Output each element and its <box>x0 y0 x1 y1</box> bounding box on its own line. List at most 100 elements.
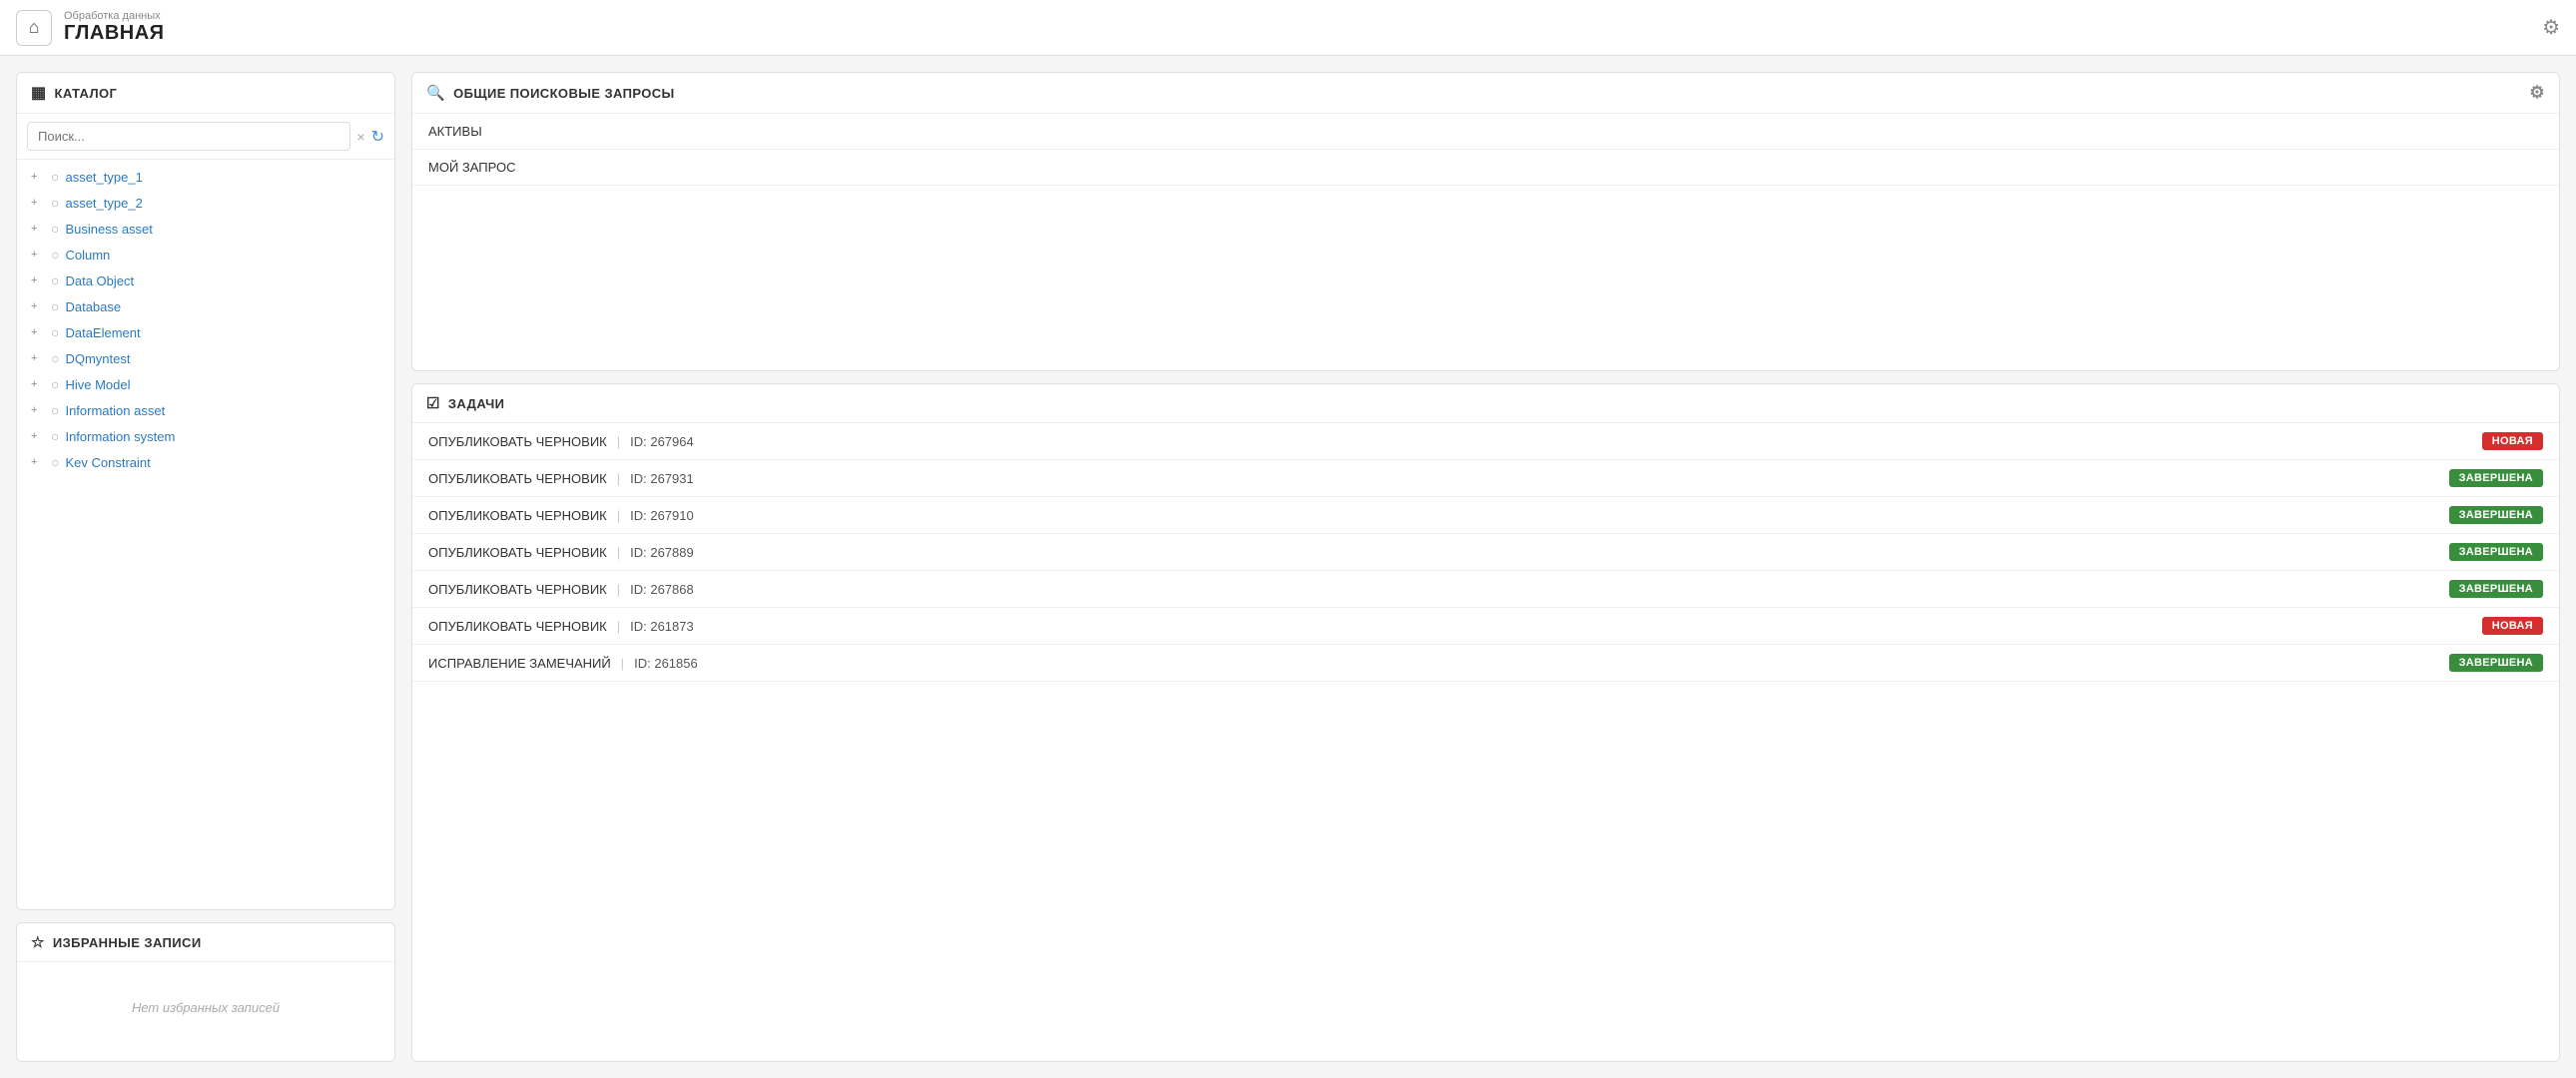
favorites-empty-text: Нет избранных записей <box>132 1000 280 1015</box>
catalog-item-label: asset_type_2 <box>65 196 142 211</box>
queries-gear-icon[interactable]: ⚙ <box>2529 83 2545 103</box>
folder-icon: ○ <box>51 221 59 237</box>
catalog-list-item[interactable]: + ○ Data Object <box>17 268 394 293</box>
header-subtitle: Обработка данных <box>64 10 165 22</box>
task-row[interactable]: ОПУБЛИКОВАТЬ ЧЕРНОВИК | ID: 267931 ЗАВЕР… <box>412 460 2559 497</box>
task-label: ОПУБЛИКОВАТЬ ЧЕРНОВИК | ID: 267910 <box>428 508 694 523</box>
catalog-card: ▦ КАТАЛОГ × ↻ + ○ asset_type_1 + ○ asset… <box>16 72 395 910</box>
catalog-list-item[interactable]: + ○ Database <box>17 293 394 319</box>
folder-icon: ○ <box>51 247 59 263</box>
query-list-item[interactable]: АКТИВЫ <box>412 114 2559 150</box>
favorites-icon: ☆ <box>31 933 45 951</box>
task-id: ID: 261856 <box>634 656 698 671</box>
tasks-card: ☑ ЗАДАЧИ ОПУБЛИКОВАТЬ ЧЕРНОВИК | ID: 267… <box>411 383 2560 1062</box>
task-status-badge: ЗАВЕРШЕНА <box>2449 543 2543 561</box>
queries-card: 🔍 ОБЩИЕ ПОИСКОВЫЕ ЗАПРОСЫ ⚙ АКТИВЫМОЙ ЗА… <box>411 72 2560 371</box>
header-title: ГЛАВНАЯ <box>64 22 165 45</box>
folder-icon: ○ <box>51 428 59 444</box>
catalog-list-item[interactable]: + ○ Kev Constraint <box>17 449 394 475</box>
catalog-list-item[interactable]: + ○ Business asset <box>17 216 394 242</box>
task-status-badge: НОВАЯ <box>2482 432 2543 450</box>
task-label: ОПУБЛИКОВАТЬ ЧЕРНОВИК | ID: 267889 <box>428 545 694 560</box>
task-status-badge: НОВАЯ <box>2482 617 2543 635</box>
catalog-list-item[interactable]: + ○ Hive Model <box>17 371 394 397</box>
folder-icon: ○ <box>51 169 59 185</box>
folder-icon: ○ <box>51 298 59 314</box>
task-status-badge: ЗАВЕРШЕНА <box>2449 580 2543 598</box>
catalog-list-item[interactable]: + ○ Information system <box>17 423 394 449</box>
folder-icon: ○ <box>51 376 59 392</box>
task-id: ID: 267910 <box>630 508 694 523</box>
catalog-list-item[interactable]: + ○ DataElement <box>17 319 394 345</box>
catalog-title: КАТАЛОГ <box>55 86 118 101</box>
catalog-item-label: DQmyntest <box>65 351 130 366</box>
catalog-item-label: Information system <box>65 429 175 444</box>
task-action: ОПУБЛИКОВАТЬ ЧЕРНОВИК <box>428 619 607 634</box>
favorites-header: ☆ ИЗБРАННЫЕ ЗАПИСИ <box>17 923 394 962</box>
catalog-item-label: Column <box>65 248 110 263</box>
task-label: ОПУБЛИКОВАТЬ ЧЕРНОВИК | ID: 267868 <box>428 582 694 597</box>
task-label: ОПУБЛИКОВАТЬ ЧЕРНОВИК | ID: 267964 <box>428 434 694 449</box>
queries-search-icon: 🔍 <box>426 84 445 102</box>
queries-header-left: 🔍 ОБЩИЕ ПОИСКОВЫЕ ЗАПРОСЫ <box>426 84 675 102</box>
folder-icon: ○ <box>51 272 59 288</box>
query-list-item[interactable]: МОЙ ЗАПРОС <box>412 150 2559 186</box>
task-row[interactable]: ОПУБЛИКОВАТЬ ЧЕРНОВИК | ID: 267868 ЗАВЕР… <box>412 571 2559 608</box>
catalog-header: ▦ КАТАЛОГ <box>17 73 394 114</box>
task-id: ID: 261873 <box>630 619 694 634</box>
task-action: ОПУБЛИКОВАТЬ ЧЕРНОВИК <box>428 545 607 560</box>
task-row[interactable]: ИСПРАВЛЕНИЕ ЗАМЕЧАНИЙ | ID: 261856 ЗАВЕР… <box>412 645 2559 682</box>
catalog-header-left: ▦ КАТАЛОГ <box>31 83 117 103</box>
task-row[interactable]: ОПУБЛИКОВАТЬ ЧЕРНОВИК | ID: 267889 ЗАВЕР… <box>412 534 2559 571</box>
expand-icon: + <box>31 378 45 390</box>
expand-icon: + <box>31 326 45 338</box>
folder-icon: ○ <box>51 195 59 211</box>
task-action: ОПУБЛИКОВАТЬ ЧЕРНОВИК <box>428 471 607 486</box>
task-action: ОПУБЛИКОВАТЬ ЧЕРНОВИК <box>428 508 607 523</box>
task-status-badge: ЗАВЕРШЕНА <box>2449 654 2543 672</box>
task-label: ОПУБЛИКОВАТЬ ЧЕРНОВИК | ID: 261873 <box>428 619 694 634</box>
left-panel: ▦ КАТАЛОГ × ↻ + ○ asset_type_1 + ○ asset… <box>16 72 395 1062</box>
task-action: ИСПРАВЛЕНИЕ ЗАМЕЧАНИЙ <box>428 656 611 671</box>
search-clear-icon[interactable]: × <box>356 129 364 145</box>
catalog-list-item[interactable]: + ○ DQmyntest <box>17 345 394 371</box>
search-bar: × ↻ <box>17 114 394 160</box>
catalog-icon: ▦ <box>31 83 47 103</box>
catalog-item-label: Information asset <box>65 403 165 418</box>
catalog-list-item[interactable]: + ○ Column <box>17 242 394 268</box>
expand-icon: + <box>31 171 45 183</box>
header-title-group: Обработка данных ГЛАВНАЯ <box>64 10 165 45</box>
task-id: ID: 267931 <box>630 471 694 486</box>
tasks-header: ☑ ЗАДАЧИ <box>412 384 2559 423</box>
task-label: ИСПРАВЛЕНИЕ ЗАМЕЧАНИЙ | ID: 261856 <box>428 656 698 671</box>
favorites-card: ☆ ИЗБРАННЫЕ ЗАПИСИ Нет избранных записей <box>16 922 395 1062</box>
task-row[interactable]: ОПУБЛИКОВАТЬ ЧЕРНОВИК | ID: 267964 НОВАЯ <box>412 423 2559 460</box>
task-id: ID: 267868 <box>630 582 694 597</box>
search-input[interactable] <box>27 122 350 151</box>
queries-title: ОБЩИЕ ПОИСКОВЫЕ ЗАПРОСЫ <box>453 86 675 101</box>
folder-icon: ○ <box>51 454 59 470</box>
search-refresh-icon[interactable]: ↻ <box>371 127 384 147</box>
main-content: ▦ КАТАЛОГ × ↻ + ○ asset_type_1 + ○ asset… <box>0 56 2576 1078</box>
app-header: ⌂ Обработка данных ГЛАВНАЯ ⚙ <box>0 0 2576 56</box>
expand-icon: + <box>31 223 45 235</box>
settings-icon[interactable]: ⚙ <box>2542 15 2560 40</box>
task-row[interactable]: ОПУБЛИКОВАТЬ ЧЕРНОВИК | ID: 267910 ЗАВЕР… <box>412 497 2559 534</box>
folder-icon: ○ <box>51 324 59 340</box>
catalog-list-item[interactable]: + ○ asset_type_2 <box>17 190 394 216</box>
expand-icon: + <box>31 404 45 416</box>
catalog-item-label: DataElement <box>65 325 140 340</box>
catalog-list-item[interactable]: + ○ asset_type_1 <box>17 164 394 190</box>
folder-icon: ○ <box>51 402 59 418</box>
home-icon[interactable]: ⌂ <box>16 10 52 46</box>
task-id: ID: 267889 <box>630 545 694 560</box>
right-panel: 🔍 ОБЩИЕ ПОИСКОВЫЕ ЗАПРОСЫ ⚙ АКТИВЫМОЙ ЗА… <box>411 72 2560 1062</box>
catalog-list-item[interactable]: + ○ Information asset <box>17 397 394 423</box>
catalog-item-label: Hive Model <box>65 377 130 392</box>
favorites-header-left: ☆ ИЗБРАННЫЕ ЗАПИСИ <box>31 933 202 951</box>
task-status-badge: ЗАВЕРШЕНА <box>2449 506 2543 524</box>
favorites-title: ИЗБРАННЫЕ ЗАПИСИ <box>53 935 202 950</box>
catalog-item-label: Data Object <box>65 273 134 288</box>
task-row[interactable]: ОПУБЛИКОВАТЬ ЧЕРНОВИК | ID: 261873 НОВАЯ <box>412 608 2559 645</box>
catalog-item-label: Business asset <box>65 222 152 237</box>
